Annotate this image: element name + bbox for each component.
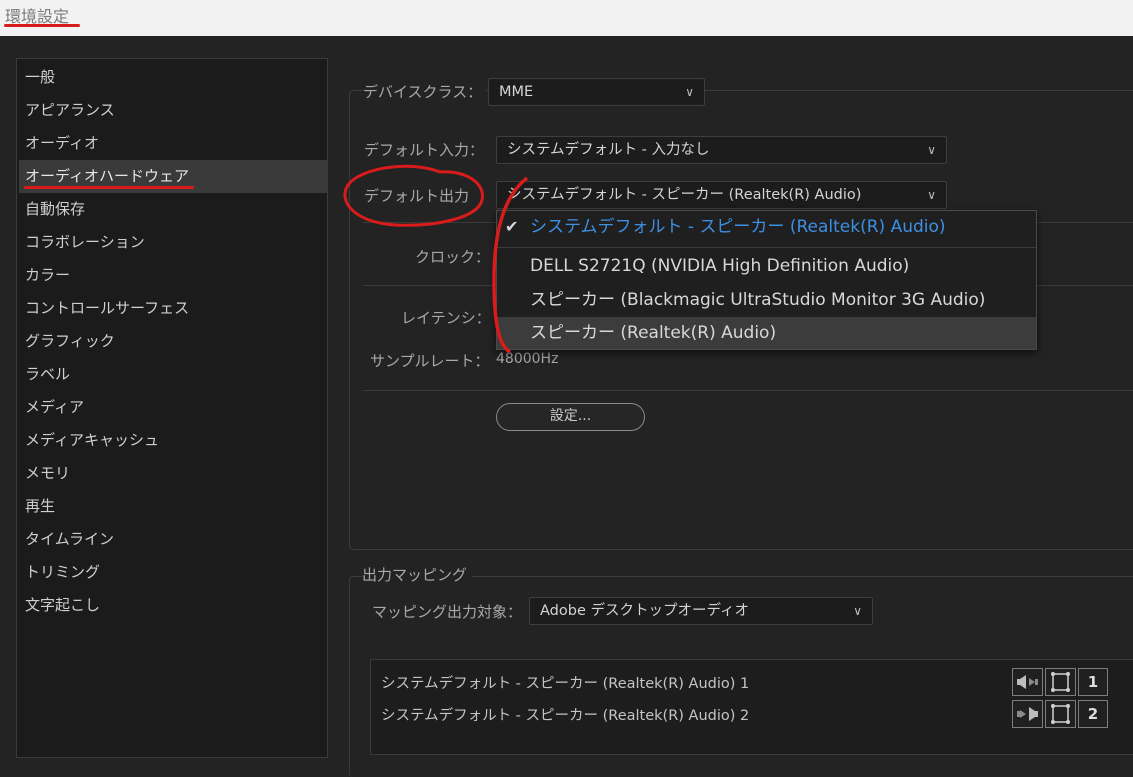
channel-row-1-label[interactable]: システムデフォルト - スピーカー (Realtek(R) Audio) 1 xyxy=(381,672,749,693)
channel-row-2-label[interactable]: システムデフォルト - スピーカー (Realtek(R) Audio) 2 xyxy=(381,704,749,725)
chevron-down-icon: ∨ xyxy=(853,604,862,618)
mapping-target-value: Adobe デスクトップオーディオ xyxy=(540,603,749,619)
channel-number-1[interactable]: 1 xyxy=(1078,668,1108,696)
speaker-left-icon[interactable] xyxy=(1012,668,1043,696)
sidebar-underline-annotation xyxy=(24,186,194,189)
latency-label: レイテンシ： xyxy=(401,309,491,327)
sidebar-item-transcription[interactable]: 文字起こし xyxy=(19,589,327,622)
menu-item-label: DELL S2721Q (NVIDIA High Definition Audi… xyxy=(530,256,910,276)
menu-item-realtek[interactable]: スピーカー (Realtek(R) Audio) xyxy=(497,317,1036,349)
default-output-label: デフォルト出力 xyxy=(364,187,470,205)
device-class-label: デバイスクラス： xyxy=(363,81,487,102)
device-class-value: MME xyxy=(499,84,534,100)
sidebar-item-audio[interactable]: オーディオ xyxy=(19,127,327,160)
sidebar-item-trim[interactable]: トリミング xyxy=(19,556,327,589)
sidebar-item-media-cache[interactable]: メディアキャッシュ xyxy=(19,424,327,457)
settings-button[interactable]: 設定... xyxy=(496,403,645,431)
default-input-label: デフォルト入力： xyxy=(364,141,485,159)
preferences-sidebar: 一般 アピアランス オーディオ オーディオハードウェア 自動保存 コラボレーショ… xyxy=(16,58,328,758)
sidebar-item-playback[interactable]: 再生 xyxy=(19,490,327,523)
mapping-target-label: マッピング出力対象： xyxy=(372,603,523,621)
default-output-value: システムデフォルト - スピーカー (Realtek(R) Audio) xyxy=(507,187,862,203)
menu-item-blackmagic[interactable]: スピーカー (Blackmagic UltraStudio Monitor 3G… xyxy=(497,284,1036,316)
channel-mapping-list: システムデフォルト - スピーカー (Realtek(R) Audio) 1 シ… xyxy=(370,659,1133,755)
sidebar-item-graphics[interactable]: グラフィック xyxy=(19,325,327,358)
speaker-right-icon[interactable] xyxy=(1012,700,1043,728)
checkmark-icon: ✔ xyxy=(505,217,519,236)
sidebar-item-auto-save[interactable]: 自動保存 xyxy=(19,193,327,226)
default-output-menu: ✔ システムデフォルト - スピーカー (Realtek(R) Audio) D… xyxy=(496,210,1037,350)
sidebar-item-general[interactable]: 一般 xyxy=(19,61,327,94)
device-class-dropdown[interactable]: MME ∨ xyxy=(488,78,705,106)
mapping-target-dropdown[interactable]: Adobe デスクトップオーディオ ∨ xyxy=(529,597,873,625)
clock-label: クロック： xyxy=(415,248,491,266)
window-titlebar: 環境設定 xyxy=(0,0,1133,36)
menu-item-dell[interactable]: DELL S2721Q (NVIDIA High Definition Audi… xyxy=(497,250,1036,282)
channel-frame-icon[interactable] xyxy=(1045,700,1076,728)
sidebar-item-timeline[interactable]: タイムライン xyxy=(19,523,327,556)
default-output-dropdown[interactable]: システムデフォルト - スピーカー (Realtek(R) Audio) ∨ xyxy=(496,181,947,209)
chevron-down-icon: ∨ xyxy=(927,188,936,202)
menu-item-label: システムデフォルト - スピーカー (Realtek(R) Audio) xyxy=(530,217,946,237)
default-input-dropdown[interactable]: システムデフォルト - 入力なし ∨ xyxy=(496,136,947,164)
sidebar-item-appearance[interactable]: アピアランス xyxy=(19,94,327,127)
sidebar-item-color[interactable]: カラー xyxy=(19,259,327,292)
channel-number-2[interactable]: 2 xyxy=(1078,700,1108,728)
menu-item-system-default[interactable]: ✔ システムデフォルト - スピーカー (Realtek(R) Audio) xyxy=(497,211,1036,243)
sample-rate-label: サンプルレート： xyxy=(370,352,490,370)
sidebar-item-memory[interactable]: メモリ xyxy=(19,457,327,490)
menu-divider xyxy=(497,247,1036,248)
menu-item-label: スピーカー (Blackmagic UltraStudio Monitor 3G… xyxy=(530,290,986,310)
menu-item-label: スピーカー (Realtek(R) Audio) xyxy=(530,323,777,343)
chevron-down-icon: ∨ xyxy=(685,85,694,99)
sidebar-item-media[interactable]: メディア xyxy=(19,391,327,424)
divider xyxy=(363,390,1133,391)
chevron-down-icon: ∨ xyxy=(927,143,936,157)
sidebar-item-collaboration[interactable]: コラボレーション xyxy=(19,226,327,259)
channel-frame-icon[interactable] xyxy=(1045,668,1076,696)
title-underline-annotation xyxy=(4,24,80,27)
sample-rate-value: 48000Hz xyxy=(496,351,559,367)
sidebar-item-control-surface[interactable]: コントロールサーフェス xyxy=(19,292,327,325)
sidebar-item-labels[interactable]: ラベル xyxy=(19,358,327,391)
default-input-value: システムデフォルト - 入力なし xyxy=(507,142,710,158)
output-mapping-heading: 出力マッピング xyxy=(362,564,473,585)
